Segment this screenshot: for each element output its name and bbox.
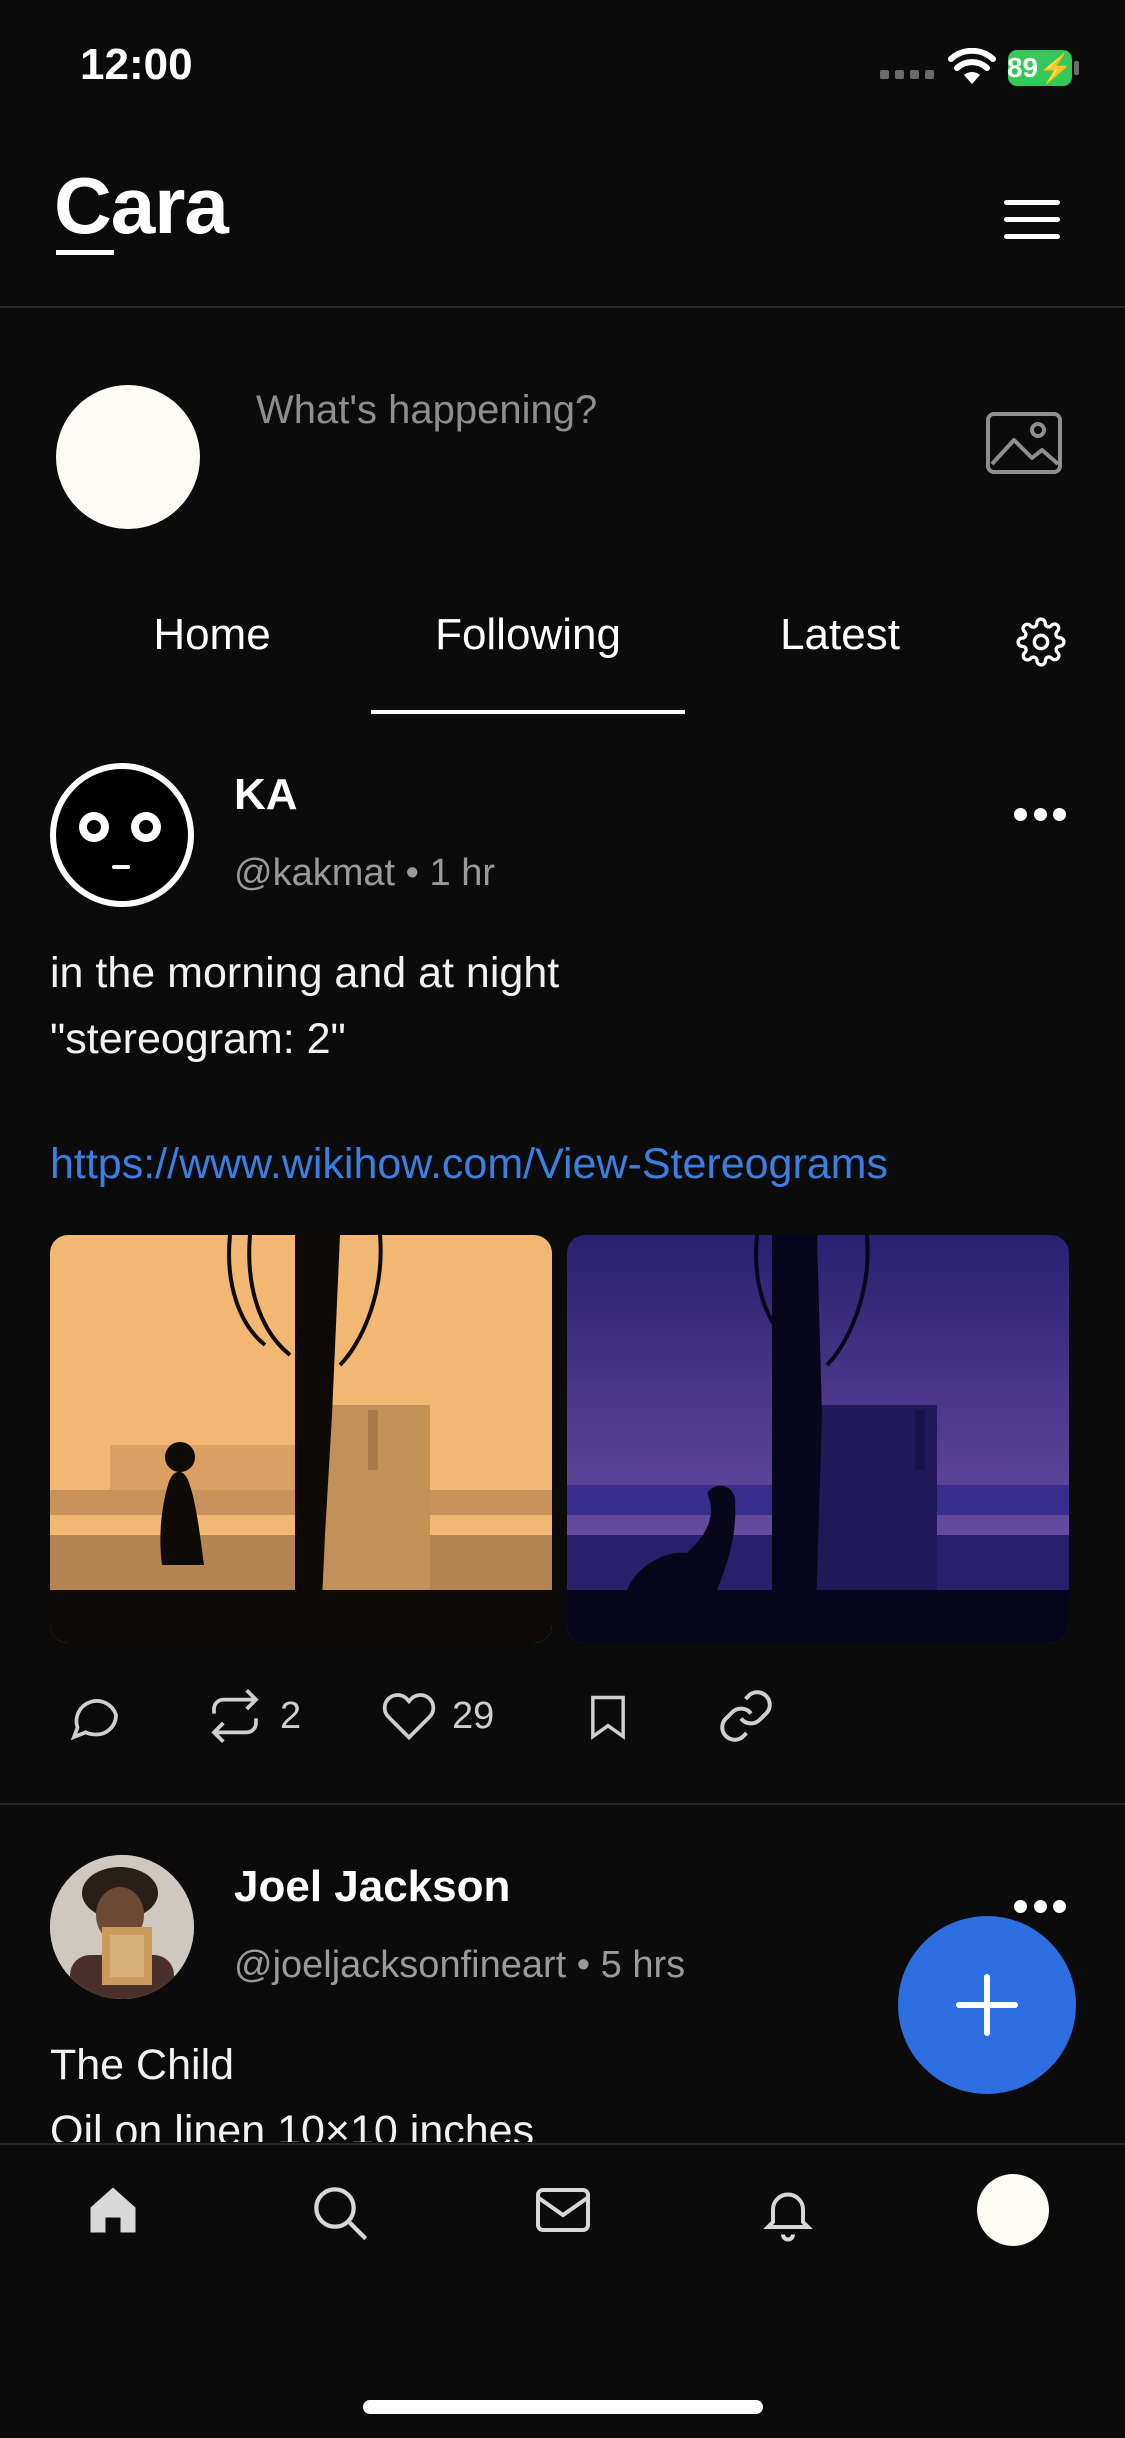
status-time: 12:00 xyxy=(80,40,193,89)
composer-input[interactable] xyxy=(256,380,956,440)
meta-dot: • xyxy=(405,852,430,894)
mail-icon[interactable] xyxy=(530,2180,596,2240)
more-options-button[interactable] xyxy=(1014,808,1066,822)
wifi-icon xyxy=(948,48,996,84)
post-time: 1 hr xyxy=(429,852,495,894)
app-logo[interactable]: Cara xyxy=(54,160,229,252)
battery-indicator: 89 ⚡ xyxy=(1006,50,1074,86)
heart-icon xyxy=(382,1693,436,1741)
composer-avatar[interactable] xyxy=(56,385,200,529)
like-count: 29 xyxy=(452,1694,495,1737)
avatar-photo xyxy=(50,1855,194,1999)
post-body: in the morning and at night "stereogram:… xyxy=(50,949,560,1063)
repost-icon xyxy=(211,1689,259,1743)
face-icon xyxy=(79,812,161,869)
meta-dot: • xyxy=(576,1944,601,1986)
profile-avatar[interactable] xyxy=(977,2174,1049,2246)
post-divider xyxy=(0,1803,1125,1805)
post-handle[interactable]: @kakmat xyxy=(234,852,395,894)
gear-icon[interactable] xyxy=(1016,617,1066,667)
post-meta: @joeljacksonfineart • 5 hrs xyxy=(234,1944,685,1987)
like-button[interactable]: 29 xyxy=(380,1688,494,1744)
battery-cap xyxy=(1074,61,1079,75)
bookmark-icon xyxy=(591,1695,625,1740)
search-icon[interactable] xyxy=(307,2180,371,2244)
plus-icon xyxy=(956,1974,1018,2036)
post-author[interactable]: Joel Jackson xyxy=(234,1862,510,1912)
cellular-signal-icon xyxy=(880,70,934,79)
reply-button[interactable] xyxy=(66,1688,124,1744)
compose-button[interactable] xyxy=(898,1916,1076,2094)
logo-underline xyxy=(56,250,114,255)
charging-icon: ⚡ xyxy=(1038,52,1074,84)
more-options-button[interactable] xyxy=(1014,1900,1066,1914)
author-avatar[interactable] xyxy=(50,1855,194,1999)
post-body: The Child Oil on linen 10×10 inches xyxy=(50,2041,535,2142)
post-author[interactable]: KA xyxy=(234,770,298,820)
comment-icon xyxy=(70,1699,118,1741)
home-icon[interactable] xyxy=(81,2180,145,2240)
tab-latest[interactable]: Latest xyxy=(765,610,915,660)
tab-home[interactable]: Home xyxy=(140,610,284,660)
repost-count: 2 xyxy=(280,1694,302,1737)
home-indicator xyxy=(363,2400,763,2414)
active-tab-indicator xyxy=(371,710,685,714)
repost-button[interactable]: 2 xyxy=(204,1688,301,1744)
header-divider xyxy=(0,306,1125,308)
tab-following[interactable]: Following xyxy=(371,610,685,660)
battery-level: 89 xyxy=(1006,52,1039,83)
post-meta: @kakmat • 1 hr xyxy=(234,852,495,895)
post-handle[interactable]: @joeljacksonfineart xyxy=(234,1944,566,1986)
link-icon xyxy=(720,1690,772,1742)
copy-link-button[interactable] xyxy=(716,1686,776,1746)
menu-button[interactable] xyxy=(1004,200,1060,240)
bell-icon[interactable] xyxy=(758,2180,818,2244)
author-avatar[interactable] xyxy=(50,763,194,907)
bookmark-button[interactable] xyxy=(582,1688,634,1746)
post-image-1[interactable] xyxy=(50,1235,552,1643)
post-time: 5 hrs xyxy=(600,1944,686,1986)
post-link[interactable]: https://www.wikihow.com/View-Stereograms xyxy=(50,1140,888,1189)
post-image-2[interactable] xyxy=(567,1235,1069,1643)
image-upload-icon[interactable] xyxy=(986,412,1062,474)
